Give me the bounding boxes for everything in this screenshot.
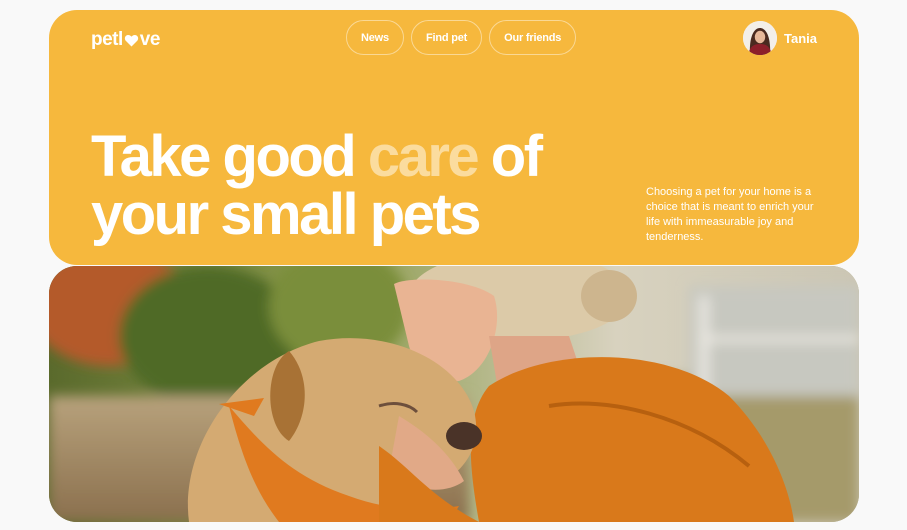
logo-text-right: ve (139, 29, 161, 50)
main-nav: News Find pet Our friends (346, 20, 577, 55)
heart-icon (124, 33, 139, 48)
hero-title: Take good care of your small pets (91, 128, 543, 247)
hero-title-part1: Take good (91, 124, 368, 189)
logo-text-left: petl (91, 29, 123, 50)
user-menu[interactable]: Tania (743, 21, 817, 55)
hero-description: Choosing a pet for your home is a choice… (646, 186, 814, 243)
hero-banner: petl ve News Find pet Our friends Tania … (49, 10, 859, 265)
nav-find-pet-button[interactable]: Find pet (410, 20, 483, 55)
nav-news-button[interactable]: News (346, 20, 404, 55)
hero-title-line2: your small pets (91, 182, 481, 247)
hero-title-accent: care (367, 124, 480, 189)
hero-photo (49, 266, 859, 522)
logo[interactable]: petl ve (91, 28, 160, 52)
nav-our-friends-button[interactable]: Our friends (489, 20, 577, 55)
user-name: Tania (784, 30, 817, 46)
user-avatar-icon[interactable] (743, 21, 777, 55)
hero-title-part2: of (477, 124, 543, 189)
woman-kissing-dog-image (49, 266, 859, 522)
